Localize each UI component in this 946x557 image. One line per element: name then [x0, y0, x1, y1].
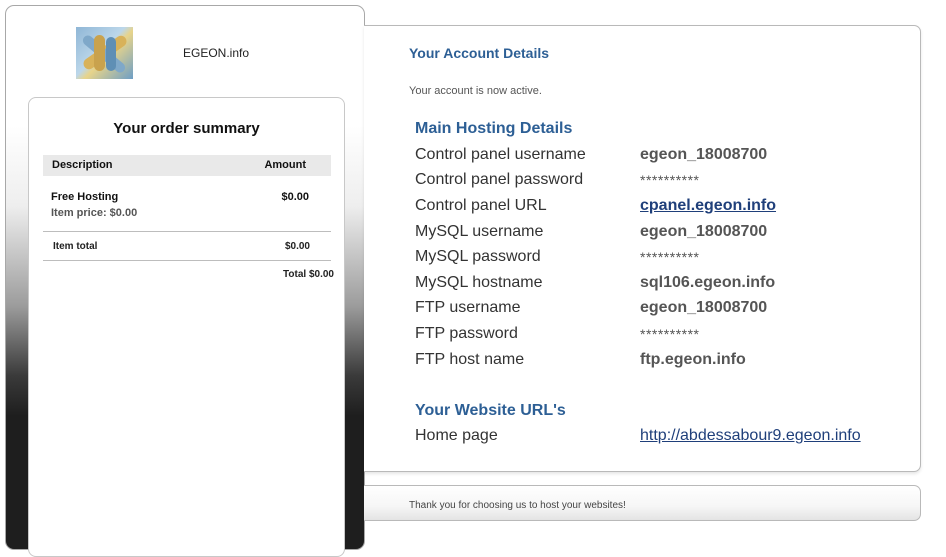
- account-details-panel: Your Account Details Your account is now…: [364, 25, 921, 472]
- footer-message: Thank you for choosing us to host your w…: [409, 500, 626, 511]
- home-page-link[interactable]: http://abdessabour9.egeon.info: [640, 427, 861, 445]
- account-status: Your account is now active.: [409, 85, 542, 97]
- cp-username-value: egeon_18008700: [640, 146, 768, 163]
- ftp-host-label: FTP host name: [415, 351, 525, 368]
- order-table-header: Description Amount: [43, 155, 331, 176]
- column-description: Description: [52, 159, 113, 171]
- divider: [43, 260, 331, 261]
- column-amount: Amount: [264, 159, 306, 171]
- account-details-title: Your Account Details: [409, 45, 550, 61]
- cp-password-label: Control panel password: [415, 171, 584, 188]
- order-summary-card: Your order summary Description Amount Fr…: [28, 97, 345, 557]
- ftp-password-value: **********: [640, 326, 700, 342]
- footer-bar: Thank you for choosing us to host your w…: [364, 485, 921, 521]
- cp-url-link[interactable]: cpanel.egeon.info: [640, 197, 776, 215]
- mysql-username-value: egeon_18008700: [640, 223, 768, 240]
- sidebar: EGEON.info Your order summary Descriptio…: [5, 5, 365, 557]
- mysql-hostname-label: MySQL hostname: [415, 274, 543, 291]
- order-total: Total $0.00: [283, 269, 334, 280]
- home-page-label: Home page: [415, 427, 498, 444]
- order-item-price: Item price: $0.00: [51, 207, 138, 219]
- item-total-value: $0.00: [284, 241, 310, 252]
- hands-logo-icon: [76, 27, 133, 79]
- ftp-username-label: FTP username: [415, 299, 521, 316]
- item-total-label: Item total: [53, 241, 98, 252]
- ftp-username-value: egeon_18008700: [640, 299, 768, 316]
- cp-url-label: Control panel URL: [415, 197, 547, 214]
- divider: [43, 231, 331, 232]
- ftp-password-label: FTP password: [415, 325, 518, 342]
- order-item-name: Free Hosting: [51, 191, 119, 203]
- ftp-host-value: ftp.egeon.info: [640, 351, 746, 368]
- order-item-amount: $0.00: [281, 191, 309, 203]
- mysql-hostname-value: sql106.egeon.info: [640, 274, 776, 291]
- website-url-title: Your Website URL's: [415, 402, 566, 419]
- cp-password-value: **********: [640, 172, 700, 188]
- mysql-username-label: MySQL username: [415, 223, 544, 240]
- mysql-password-value: **********: [640, 249, 700, 265]
- site-name: EGEON.info: [183, 46, 250, 60]
- mysql-password-label: MySQL password: [415, 248, 541, 265]
- main-hosting-title: Main Hosting Details: [415, 120, 573, 137]
- order-summary-title: Your order summary: [113, 120, 260, 137]
- cp-username-label: Control panel username: [415, 146, 586, 163]
